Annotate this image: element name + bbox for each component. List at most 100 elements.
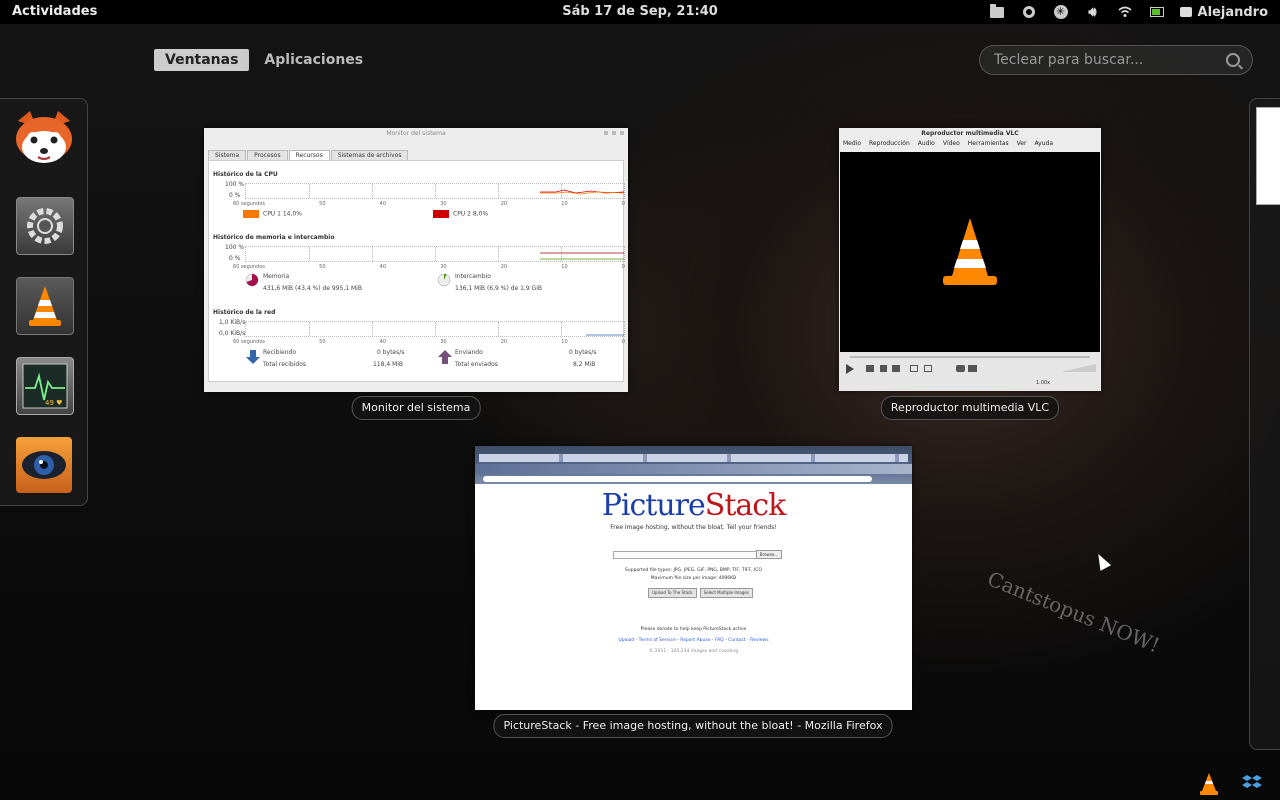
menu-herramientas[interactable]: Herramientas [968, 140, 1009, 150]
playback-speed[interactable]: 1.00x [1036, 380, 1050, 386]
volume-slider[interactable] [1060, 364, 1096, 372]
swap-pie-icon [437, 273, 451, 289]
cpu1-swatch[interactable] [243, 210, 259, 218]
vlc-icon[interactable] [16, 277, 74, 335]
copyright: © 2011 - 105,234 images and counting [648, 649, 739, 654]
browse-button[interactable]: Browse... [756, 550, 782, 559]
memory-label: Memoria [263, 273, 290, 280]
top-bar: Actividades Sáb 17 de Sep, 21:40 ✳ 🔊︎ Al… [0, 0, 1280, 24]
overview-tabs: Ventanas Aplicaciones [154, 49, 374, 71]
memory-history-title: Histórico de memoria e intercambio [213, 234, 335, 241]
page-content: PictureStack Free image hosting, without… [475, 484, 912, 710]
swap-label: Intercambio [455, 273, 491, 280]
window-controls [604, 131, 624, 135]
recv-label: Recibiendo [263, 349, 297, 356]
vlc-cone-icon [943, 218, 997, 285]
user-menu[interactable]: Alejandro [1179, 5, 1268, 20]
loop-button[interactable] [956, 365, 965, 372]
redfox-app-icon[interactable] [16, 109, 72, 165]
system-tray: ✳ 🔊︎ Alejandro [988, 2, 1268, 22]
vlc-tray-icon[interactable] [1198, 772, 1220, 800]
stop-button[interactable] [880, 365, 887, 372]
net-y-hi: 1,0 KiB/s [219, 319, 246, 326]
battery-icon[interactable] [1148, 4, 1166, 20]
prev-button[interactable] [866, 365, 874, 372]
y-label-0: 0 % [229, 192, 241, 199]
net-y-lo: 0,0 KiB/s [219, 330, 246, 337]
seek-slider[interactable] [850, 356, 1090, 358]
menu-video[interactable]: Vídeo [943, 140, 960, 150]
fullscreen-button[interactable] [910, 365, 918, 372]
menu-ayuda[interactable]: Ayuda [1034, 140, 1053, 150]
workspace-switcher[interactable] [1249, 98, 1280, 750]
swap-value: 136,1 MiB (6,9 %) de 1,9 GiB [455, 285, 542, 292]
firefox-tabstrip[interactable] [479, 454, 908, 462]
wifi-icon[interactable] [1116, 4, 1134, 20]
send-total-label: Total enviados [455, 361, 498, 368]
activities-button[interactable]: Actividades [12, 4, 97, 19]
net-x-ticks: 60 segundos 50 40 30 20 10 0 [233, 339, 625, 345]
cpu-history-title: Histórico de la CPU [213, 171, 278, 178]
y-label-100: 100 % [225, 181, 245, 188]
cpu2-swatch[interactable] [433, 210, 449, 218]
recv-total: 118,4 MiB [373, 361, 404, 368]
upload-buttons: Upload To The Stack Select Multiple Imag… [648, 588, 753, 598]
firefox-chrome [475, 446, 912, 484]
upload-button[interactable]: Upload To The Stack [648, 588, 697, 598]
recv-rate: 0 bytes/s [377, 349, 405, 356]
menu-ver[interactable]: Ver [1017, 140, 1027, 150]
cpu1-legend: CPU 1 14,0% [243, 210, 302, 218]
play-button[interactable] [846, 364, 854, 374]
upload-arrow-icon [437, 349, 453, 367]
vlc-video-area[interactable] [840, 152, 1100, 352]
tab-ventanas[interactable]: Ventanas [154, 49, 250, 71]
folder-icon[interactable] [988, 3, 1006, 20]
record-icon[interactable] [1020, 4, 1038, 20]
vlc-menubar: Medio Reproducción Audio Vídeo Herramien… [839, 140, 1101, 150]
menu-medio[interactable]: Medio [843, 140, 861, 150]
memory-value: 431,6 MiB (43,4 %) de 995,1 MiB [263, 285, 362, 292]
menu-audio[interactable]: Audio [918, 140, 935, 150]
accessibility-icon[interactable]: ✳ [1052, 4, 1070, 20]
memory-pie-icon [245, 273, 259, 289]
search-box[interactable] [979, 45, 1253, 75]
window-firefox[interactable]: PictureStack Free image hosting, without… [475, 446, 912, 710]
url-bar[interactable] [483, 476, 872, 482]
next-button[interactable] [892, 365, 900, 372]
shuffle-button[interactable] [968, 365, 977, 372]
caption-system-monitor[interactable]: Monitor del sistema [351, 396, 481, 420]
cpu-x-ticks: 60 segundos 50 40 30 20 10 0 [233, 201, 625, 207]
workspace-thumbnail[interactable] [1256, 107, 1280, 205]
dropbox-icon[interactable] [1242, 774, 1262, 796]
vlc-controls: 1.00x [840, 352, 1100, 391]
system-settings-icon[interactable] [16, 197, 74, 255]
tab-aplicaciones[interactable]: Aplicaciones [253, 49, 374, 71]
select-multiple-button[interactable]: Select Multiple Images [699, 588, 753, 598]
playlist-button[interactable] [924, 365, 932, 372]
caption-firefox[interactable]: PictureStack - Free image hosting, witho… [493, 714, 893, 738]
menu-reproduccion[interactable]: Reproducción [869, 140, 910, 150]
volume-icon[interactable]: 🔊︎ [1084, 4, 1102, 20]
picturestack-logo[interactable]: PictureStack [475, 488, 912, 523]
donate-text: Please donate to help keep PictureStack … [640, 627, 747, 632]
system-monitor-icon[interactable]: 49 ♥ [16, 357, 74, 415]
search-icon [1226, 53, 1240, 67]
eye-app-icon[interactable] [16, 437, 72, 493]
search-input[interactable] [992, 51, 1226, 69]
caption-vlc[interactable]: Reproductor multimedia VLC [880, 396, 1060, 420]
window-system-monitor[interactable]: Monitor del sistema Sistema Procesos Rec… [204, 128, 628, 392]
firefox-toolbar [475, 464, 912, 474]
send-total: 8,2 MiB [573, 361, 596, 368]
mem-y-0: 0 % [229, 255, 241, 262]
cpu2-legend: CPU 2 8,0% [433, 210, 488, 218]
chat-icon [1179, 7, 1192, 17]
window-title: Monitor del sistema [386, 130, 446, 137]
memory-graph [245, 246, 625, 262]
file-input[interactable] [613, 551, 757, 559]
tagline: Free image hosting, without the bloat. T… [610, 524, 777, 531]
recv-total-label: Total recibidos [263, 361, 306, 368]
window-vlc[interactable]: Reproductor multimedia VLC Medio Reprodu… [839, 128, 1101, 391]
network-graph [245, 321, 625, 337]
mem-y-100: 100 % [225, 244, 245, 251]
footer-links[interactable]: Upload - Terms of Service - Report Abuse… [475, 638, 912, 643]
